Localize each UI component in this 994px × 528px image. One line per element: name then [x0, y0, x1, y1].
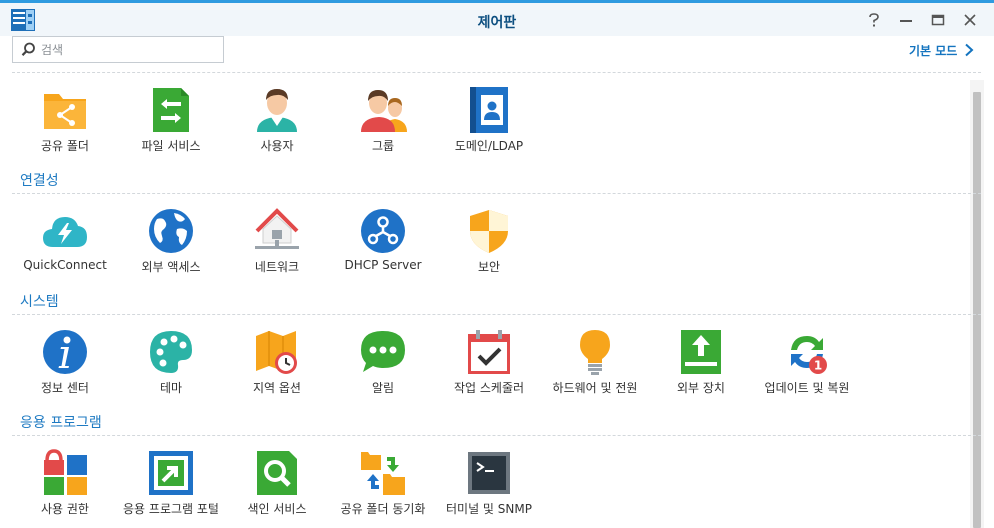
- dhcp-server-icon: [361, 209, 405, 253]
- item-label: 네트워크: [254, 260, 300, 274]
- item-info-center[interactable]: 정보 센터: [10, 328, 120, 408]
- terminal-snmp-icon: [468, 452, 510, 494]
- section-title-connectivity: 연결성: [20, 173, 59, 189]
- item-label: 공유 폴더: [41, 139, 89, 153]
- group-icon: [361, 90, 407, 132]
- update-badge: 1: [814, 359, 822, 373]
- indexing-service-icon: [257, 451, 297, 495]
- regional-options-icon: [256, 331, 297, 374]
- update-restore-icon: 1: [791, 336, 827, 374]
- item-label: 사용자: [260, 139, 294, 153]
- section-title-applications: 응용 프로그램: [20, 415, 102, 431]
- item-label: 테마: [159, 381, 183, 395]
- external-access-icon: [149, 209, 193, 253]
- maximize-icon[interactable]: [926, 9, 950, 31]
- item-external-access[interactable]: 외부 액세스: [116, 207, 226, 287]
- shared-folder-icon: [44, 94, 86, 129]
- external-devices-icon: [681, 330, 721, 374]
- item-label: 파일 서비스: [141, 139, 201, 153]
- item-dhcp-server[interactable]: DHCP Server: [328, 207, 438, 287]
- item-label: 정보 센터: [41, 381, 89, 395]
- item-shared-folder[interactable]: 공유 폴더: [10, 86, 120, 166]
- info-center-icon: [43, 330, 87, 374]
- item-label: 사용 권한: [41, 502, 89, 516]
- item-label: QuickConnect: [23, 258, 107, 272]
- notification-icon: [361, 331, 405, 372]
- item-application-portal[interactable]: 응용 프로그램 포털: [116, 449, 226, 528]
- item-privileges[interactable]: 사용 권한: [10, 449, 120, 528]
- item-network[interactable]: 네트워크: [222, 207, 332, 287]
- item-theme[interactable]: 테마: [116, 328, 226, 408]
- application-portal-icon: [149, 451, 193, 495]
- item-security[interactable]: 보안: [434, 207, 544, 287]
- item-notification[interactable]: 알림: [328, 328, 438, 408]
- item-label: 응용 프로그램 포털: [123, 502, 219, 516]
- section-title-system: 시스템: [20, 294, 59, 310]
- item-label: 하드웨어 및 전원: [552, 381, 638, 395]
- item-indexing-service[interactable]: 색인 서비스: [222, 449, 332, 528]
- chevron-right-icon[interactable]: [964, 43, 974, 57]
- item-label: 그룹: [371, 139, 395, 153]
- item-quickconnect[interactable]: QuickConnect: [10, 207, 120, 287]
- hardware-power-icon: [580, 330, 610, 375]
- section-divider: [12, 314, 981, 315]
- item-group[interactable]: 그룹: [328, 86, 438, 166]
- item-user[interactable]: 사용자: [222, 86, 332, 166]
- task-scheduler-icon: [468, 330, 510, 374]
- item-file-services[interactable]: 파일 서비스: [116, 86, 226, 166]
- item-label: 터미널 및 SNMP: [446, 502, 532, 516]
- shared-folder-sync-icon: [361, 452, 405, 495]
- item-label: 알림: [371, 381, 395, 395]
- item-update-restore[interactable]: 1 업데이트 및 복원: [752, 328, 862, 408]
- title-bar: 제어판: [0, 0, 994, 36]
- network-icon: [255, 208, 299, 249]
- section-divider: [12, 193, 981, 194]
- item-label: 보안: [477, 260, 501, 274]
- section-divider: [12, 72, 981, 73]
- item-label: 공유 폴더 동기화: [340, 502, 426, 516]
- basic-mode-link[interactable]: 기본 모드: [909, 42, 957, 59]
- item-label: 지역 옵션: [253, 381, 301, 395]
- help-icon[interactable]: [862, 9, 886, 31]
- window-title: 제어판: [477, 15, 517, 31]
- item-regional-options[interactable]: 지역 옵션: [222, 328, 332, 408]
- item-terminal-snmp[interactable]: 터미널 및 SNMP: [434, 449, 544, 528]
- item-label: 외부 액세스: [141, 260, 201, 274]
- search-input[interactable]: [41, 41, 219, 58]
- section-divider: [12, 435, 981, 436]
- theme-icon: [150, 331, 192, 373]
- minimize-icon[interactable]: [894, 9, 918, 31]
- user-icon: [257, 89, 297, 132]
- item-hardware-power[interactable]: 하드웨어 및 전원: [540, 328, 650, 408]
- close-icon[interactable]: [958, 9, 982, 31]
- item-label: 외부 장치: [677, 381, 725, 395]
- quickconnect-icon: [43, 217, 87, 247]
- item-domain-ldap[interactable]: 도메인/LDAP: [434, 86, 544, 166]
- search-box[interactable]: [12, 36, 224, 63]
- security-icon: [470, 210, 508, 253]
- item-task-scheduler[interactable]: 작업 스케줄러: [434, 328, 544, 408]
- privileges-icon: [44, 449, 87, 495]
- item-label: 도메인/LDAP: [454, 139, 524, 153]
- item-external-devices[interactable]: 외부 장치: [646, 328, 756, 408]
- file-services-icon: [153, 88, 189, 132]
- item-label: 작업 스케줄러: [453, 381, 525, 395]
- item-label: 업데이트 및 복원: [764, 381, 850, 395]
- domain-ldap-icon: [470, 87, 508, 133]
- search-icon: [21, 42, 35, 56]
- item-label: 색인 서비스: [247, 502, 307, 516]
- item-label: DHCP Server: [344, 258, 422, 272]
- scrollbar-thumb[interactable]: [973, 92, 981, 528]
- item-shared-folder-sync[interactable]: 공유 폴더 동기화: [328, 449, 438, 528]
